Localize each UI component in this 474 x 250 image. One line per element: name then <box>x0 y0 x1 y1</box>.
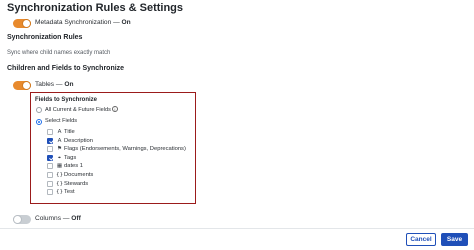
field-name: Stewards <box>64 180 89 187</box>
children-fields-heading: Children and Fields to Synchronize <box>7 65 125 72</box>
columns-toggle-label: Columns — Off <box>35 215 81 222</box>
sync-rules-heading: Synchronization Rules <box>7 34 83 41</box>
field-name: Documents <box>64 172 94 178</box>
field-checkbox[interactable] <box>47 129 53 135</box>
text-type-icon: A <box>57 129 62 135</box>
toggle-knob <box>22 81 31 90</box>
field-name: Description <box>64 137 93 144</box>
calendar-icon: ▦ <box>56 163 63 170</box>
field-name: Title <box>64 129 75 135</box>
tables-toggle[interactable] <box>13 81 31 90</box>
object-braces-icon: {} <box>56 180 64 187</box>
object-braces-icon: {} <box>56 172 64 178</box>
fields-panel-title: Fields to Synchronize <box>35 97 98 103</box>
toggle-knob <box>13 215 22 224</box>
radio-all-fields-label[interactable]: All Current & Future Fields i <box>45 106 118 113</box>
field-checkbox[interactable] <box>47 180 53 187</box>
field-name: Tags <box>64 154 77 161</box>
field-checkbox[interactable] <box>47 146 53 153</box>
field-name: dates 1 <box>64 163 84 170</box>
metadata-sync-toggle[interactable] <box>13 19 31 28</box>
tables-state: On <box>64 81 74 88</box>
sync-rules-description: Sync where child names exactly match <box>7 50 111 56</box>
save-button[interactable]: Save <box>441 233 468 246</box>
field-checkbox[interactable] <box>47 163 53 170</box>
toggle-knob <box>22 19 31 28</box>
info-icon[interactable]: i <box>111 106 118 112</box>
metadata-sync-label: Metadata Synchronization — On <box>35 19 131 26</box>
radio-select-fields[interactable] <box>36 119 42 125</box>
flag-icon: ⚑ <box>56 146 62 153</box>
field-checkbox[interactable] <box>47 154 53 161</box>
field-name: Flags (Endorsements, Warnings, Deprecati… <box>64 146 186 153</box>
field-name: Test <box>64 189 75 196</box>
rich-text-type-icon: A <box>57 137 62 144</box>
field-checkbox[interactable] <box>47 189 53 196</box>
tables-toggle-label: Tables — On <box>35 81 74 88</box>
radio-all-fields[interactable] <box>36 107 42 113</box>
field-checkbox[interactable] <box>47 137 53 144</box>
cancel-button[interactable]: Cancel <box>406 233 436 246</box>
columns-state: Off <box>71 215 81 222</box>
footer-divider <box>0 228 474 229</box>
metadata-sync-state: On <box>121 19 131 26</box>
fields-to-synchronize-panel: Fields to Synchronize All Current & Futu… <box>30 92 196 204</box>
object-braces-icon: {} <box>56 189 64 196</box>
columns-toggle[interactable] <box>13 215 31 224</box>
field-checkbox[interactable] <box>47 172 53 178</box>
page-title: Synchronization Rules & Settings <box>7 2 184 14</box>
radio-select-fields-label[interactable]: Select Fields <box>45 118 77 124</box>
tag-icon: ⌖ <box>57 154 62 161</box>
